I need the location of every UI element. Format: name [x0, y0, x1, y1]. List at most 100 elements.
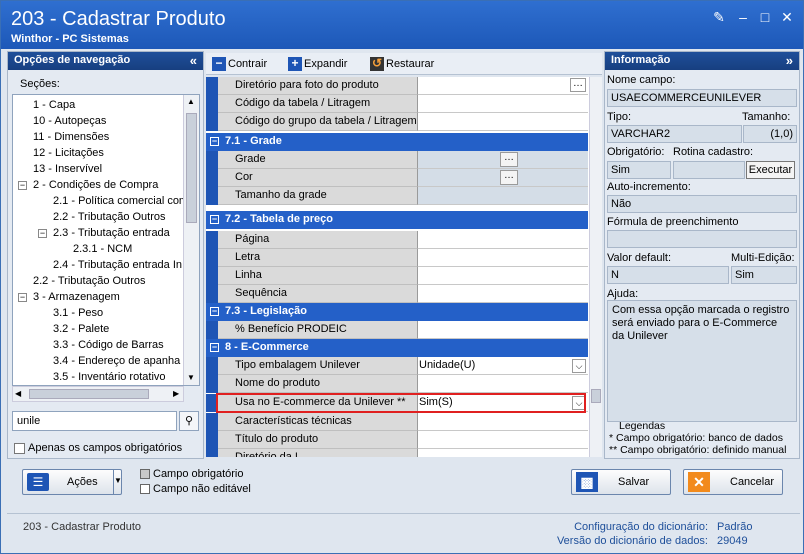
grid-row[interactable]: Tipo embalagem Unilever Unidade(U) ⌵ — [206, 357, 588, 375]
tree-item[interactable]: 3.5 - Inventário rotativo — [53, 369, 166, 385]
checkbox-box[interactable] — [14, 442, 25, 454]
field-value[interactable] — [418, 449, 588, 457]
tree-item[interactable]: 12 - Licitações — [33, 145, 104, 161]
field-value[interactable]: … — [418, 169, 588, 187]
scrollbar-thumb[interactable] — [29, 389, 149, 399]
field-value[interactable] — [418, 95, 588, 113]
actions-button[interactable]: ☰ Ações ▼ — [22, 469, 122, 495]
grid-row[interactable]: Diretório da I... — [206, 449, 588, 457]
minimize-icon[interactable]: – — [735, 9, 751, 25]
only-required-checkbox[interactable]: Apenas os campos obrigatórios — [14, 442, 182, 454]
close-icon[interactable]: ✕ — [779, 9, 795, 25]
collapse-toggle-icon[interactable]: − — [210, 342, 219, 352]
field-value[interactable] — [418, 249, 588, 267]
grid-row[interactable]: Sequência — [206, 285, 588, 303]
field-value[interactable] — [418, 375, 588, 393]
scroll-left-icon[interactable]: ◀ — [15, 389, 21, 398]
tree-item[interactable]: 3.2 - Palete — [53, 321, 109, 337]
tree-item[interactable]: 10 - Autopeças — [33, 113, 106, 129]
scroll-down-icon[interactable]: ▼ — [187, 373, 195, 382]
collapse-toggle-icon[interactable]: − — [210, 214, 219, 224]
field-value[interactable]: … — [418, 77, 588, 95]
sections-tree[interactable]: 1 - Capa 10 - Autopeças 11 - Dimensões 1… — [12, 94, 200, 386]
edit-icon[interactable]: ✎ — [711, 9, 727, 25]
field-value[interactable] — [418, 413, 588, 431]
collapse-toggle-icon[interactable]: − — [210, 306, 219, 316]
collapse-toggle-icon[interactable]: − — [18, 293, 27, 302]
save-icon: ▩ — [576, 472, 598, 492]
grid-row[interactable]: Características técnicas — [206, 413, 588, 431]
tree-item[interactable]: 2.1 - Política comercial comp — [53, 193, 194, 209]
scroll-up-icon[interactable]: ▲ — [187, 97, 195, 106]
tree-item[interactable]: 3.1 - Peso — [53, 305, 103, 321]
field-value[interactable] — [418, 113, 588, 131]
tree-item[interactable]: 13 - Inservível — [33, 161, 102, 177]
info-panel: Informação » Nome campo: USAECOMMERCEUNI… — [604, 51, 800, 459]
tree-item[interactable]: 2.2 - Tributação Outros — [53, 209, 166, 225]
field-value[interactable] — [418, 321, 588, 339]
section-header[interactable]: −7.3 - Legislação — [206, 303, 588, 321]
ellipsis-button[interactable]: … — [500, 152, 518, 167]
collapse-button[interactable]: − Contrair — [212, 57, 267, 71]
grid-row[interactable]: Grade… — [206, 151, 588, 169]
scrollbar-thumb[interactable] — [186, 113, 197, 223]
collapse-left-icon[interactable]: « — [190, 53, 197, 68]
scroll-right-icon[interactable]: ▶ — [173, 389, 179, 398]
restore-button[interactable]: ↺ Restaurar — [370, 57, 434, 71]
tree-item[interactable]: 11 - Dimensões — [33, 129, 109, 145]
collapse-toggle-icon[interactable]: − — [210, 136, 219, 146]
field-value[interactable] — [418, 431, 588, 449]
grid-row[interactable]: % Benefício PRODEIC — [206, 321, 588, 339]
tree-item[interactable]: 1 - Capa — [33, 97, 75, 113]
cancel-button[interactable]: ✕ Cancelar — [683, 469, 783, 495]
field-label: % Benefício PRODEIC — [218, 321, 418, 339]
grid-vertical-scrollbar[interactable] — [589, 77, 602, 457]
chevron-down-icon[interactable]: ▼ — [113, 470, 122, 494]
section-header[interactable]: −7.1 - Grade — [206, 133, 588, 151]
chevron-down-icon[interactable]: ⌵ — [572, 359, 586, 373]
collapse-right-icon[interactable]: » — [786, 53, 793, 68]
section-search-input[interactable]: unile — [12, 411, 177, 431]
execute-button[interactable]: Executar — [746, 161, 795, 179]
tree-item[interactable]: 2.3.1 - NCM — [73, 241, 132, 257]
tree-item[interactable]: 3.4 - Endereço de apanha — [53, 353, 180, 369]
tree-item[interactable]: 2.4 - Tributação entrada In — [53, 257, 182, 273]
field-value[interactable] — [418, 285, 588, 303]
section-header[interactable]: −8 - E-Commerce — [206, 339, 588, 357]
search-icon[interactable]: ⚲ — [179, 411, 199, 431]
field-value[interactable] — [418, 231, 588, 249]
grid-row[interactable]: Tamanho da grade — [206, 187, 588, 205]
collapse-toggle-icon[interactable]: − — [18, 181, 27, 190]
tree-item[interactable]: 2.3 - Tributação entrada — [53, 225, 170, 241]
grid-row[interactable]: Linha — [206, 267, 588, 285]
collapse-toggle-icon[interactable]: − — [38, 229, 47, 238]
tree-vertical-scrollbar[interactable]: ▲ ▼ — [183, 95, 199, 385]
save-button[interactable]: ▩ Salvar — [571, 469, 671, 495]
grid-row[interactable]: Letra — [206, 249, 588, 267]
field-value[interactable]: Unidade(U) ⌵ — [418, 357, 588, 375]
expand-button[interactable]: + Expandir — [288, 57, 347, 71]
ellipsis-button[interactable]: … — [500, 170, 518, 185]
legend-swatch — [140, 469, 150, 480]
grid-row[interactable]: Código da tabela / Litragem — [206, 95, 588, 113]
scrollbar-thumb[interactable] — [591, 389, 601, 403]
section-header[interactable]: −7.2 - Tabela de preço — [206, 211, 588, 229]
tree-item[interactable]: 3.3 - Código de Barras — [53, 337, 164, 353]
grid-row[interactable]: Código do grupo da tabela / Litragem — [206, 113, 588, 131]
window-subtitle: Winthor - PC Sistemas — [11, 33, 129, 45]
grid-row[interactable]: Diretório para foto do produto… — [206, 77, 588, 95]
grid-row[interactable]: Cor… — [206, 169, 588, 187]
ellipsis-button[interactable]: … — [570, 78, 586, 92]
maximize-icon[interactable]: □ — [757, 9, 773, 25]
field-value[interactable] — [418, 267, 588, 285]
grid-row[interactable]: Nome do produto — [206, 375, 588, 393]
field-value[interactable] — [418, 187, 588, 205]
grid-row[interactable]: Página — [206, 231, 588, 249]
tree-item[interactable]: 3 - Armazenagem — [33, 289, 120, 305]
field-value[interactable]: … — [418, 151, 588, 169]
tree-horizontal-scrollbar[interactable]: ◀ ▶ — [12, 386, 184, 402]
tree-item[interactable]: 2 - Condições de Compra — [33, 177, 158, 193]
tree-item[interactable]: 2.2 - Tributação Outros — [33, 273, 146, 289]
grid-row[interactable]: Título do produto — [206, 431, 588, 449]
actions-label: Ações — [67, 476, 98, 488]
